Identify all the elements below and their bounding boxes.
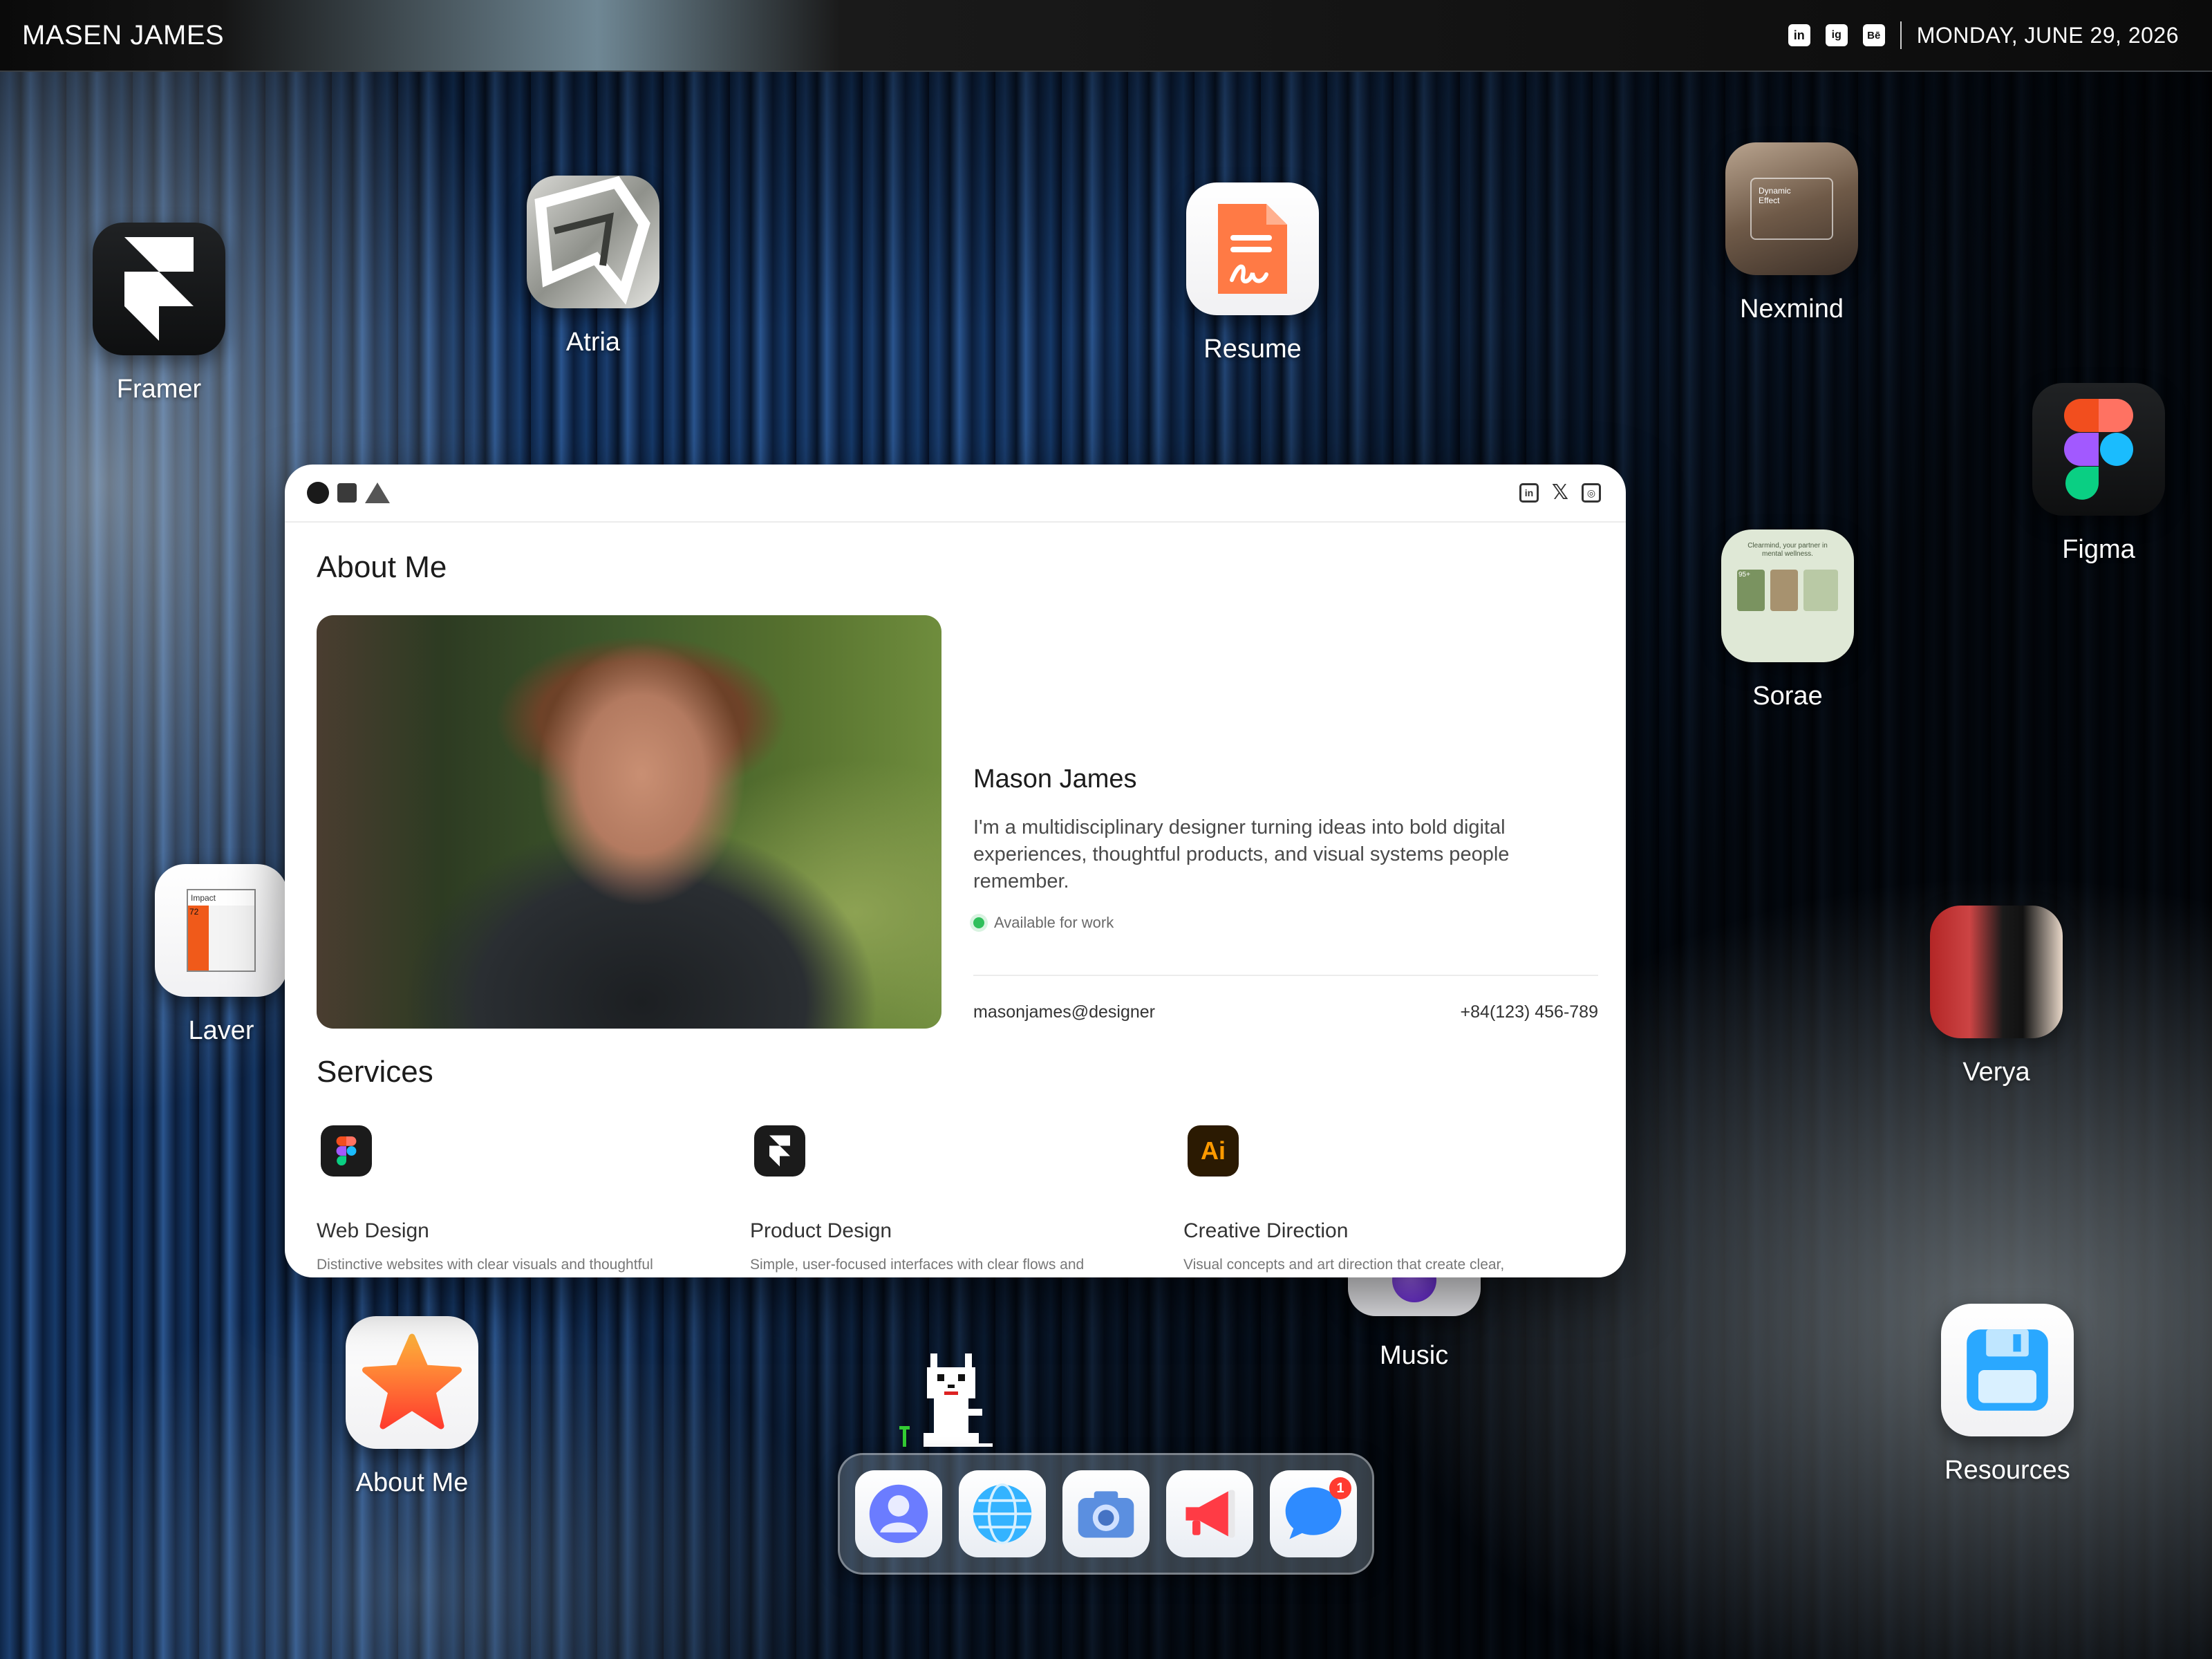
app-label: Sorae <box>1752 682 1823 711</box>
app-label: Atria <box>565 328 621 357</box>
x-icon[interactable]: 𝕏 <box>1550 482 1571 503</box>
topbar-divider <box>1900 21 1902 49</box>
profile-photo <box>317 615 941 1029</box>
sorae-tile-text: mental wellness. <box>1762 550 1813 558</box>
sorae-tile-text: 95+ <box>1737 570 1765 611</box>
close-circle-icon[interactable] <box>307 482 329 504</box>
app-label: Resume <box>1203 335 1302 364</box>
email-link[interactable]: masonjames@designer <box>973 1002 1155 1022</box>
site-brand[interactable]: MASEN JAMES <box>22 20 224 51</box>
app-label: Verya <box>1962 1058 2030 1087</box>
phone-link[interactable]: +84(123) 456-789 <box>1461 1002 1598 1022</box>
window-titlebar[interactable]: in 𝕏 ◎ <box>285 465 1626 523</box>
window-social-links: in 𝕏 ◎ <box>1519 482 1601 503</box>
megaphone-icon <box>1185 1490 1235 1538</box>
topbar-right: in ig Bē MONDAY, JUNE 29, 2026 <box>1788 21 2179 49</box>
nexmind-tile-text: Effect <box>1759 196 1780 205</box>
bio-text: I'm a multidisciplinary designer turning… <box>973 816 1510 892</box>
service-creative-direction[interactable]: Ai Creative Direction Visual concepts an… <box>1183 1125 1571 1277</box>
desktop-app-verya[interactable]: Verya <box>1906 906 2086 1087</box>
service-description: Visual concepts and art direction that c… <box>1183 1257 1505 1273</box>
desktop-app-about-me[interactable]: About Me <box>322 1316 502 1498</box>
instagram-icon[interactable]: ◎ <box>1582 483 1601 503</box>
figma-icon <box>321 1125 372 1177</box>
nexmind-tile-text: Dynamic <box>1759 186 1791 196</box>
star-icon[interactable] <box>346 1316 478 1449</box>
triangle-icon[interactable] <box>365 482 390 503</box>
sorae-tile-text: Clearmind, your partner in <box>1747 542 1828 550</box>
desktop-app-nexmind[interactable]: Dynamic Effect Nexmind <box>1702 142 1882 324</box>
sorae-thumbnail-icon[interactable]: Clearmind, your partner in mental wellne… <box>1721 529 1854 662</box>
window-controls <box>307 482 390 504</box>
current-date: MONDAY, JUNE 29, 2026 <box>1916 22 2179 48</box>
framer-icon[interactable] <box>93 223 225 355</box>
top-bar: MASEN JAMES in ig Bē MONDAY, JUNE 29, 20… <box>0 0 2212 72</box>
desktop-app-atria[interactable]: Atria <box>503 176 683 357</box>
square-icon[interactable] <box>337 483 357 503</box>
pixel-dog-mascot[interactable] <box>896 1347 1020 1457</box>
atria-thumbnail-icon[interactable] <box>527 176 659 308</box>
service-title: Creative Direction <box>1183 1219 1349 1242</box>
figma-icon[interactable] <box>2032 383 2165 516</box>
service-description: Simple, user-focused interfaces with cle… <box>750 1257 1085 1273</box>
linkedin-icon[interactable]: in <box>1788 24 1810 46</box>
notification-badge: 1 <box>1329 1477 1351 1499</box>
nexmind-thumbnail-icon[interactable]: Dynamic Effect <box>1725 142 1858 275</box>
dock-messages[interactable]: 1 <box>1270 1470 1357 1557</box>
floppy-disk-icon[interactable] <box>1941 1304 2074 1436</box>
about-me-window[interactable]: in 𝕏 ◎ About Me Mason James I'm a multid… <box>285 465 1626 1277</box>
app-label: Resources <box>1944 1456 2070 1485</box>
service-product-design[interactable]: Product Design Simple, user-focused inte… <box>750 1125 1137 1277</box>
service-web-design[interactable]: Web Design Distinctive websites with cle… <box>317 1125 704 1277</box>
instagram-icon[interactable]: ig <box>1825 24 1848 46</box>
dock-announcements[interactable] <box>1166 1470 1253 1557</box>
app-label: Laver <box>188 1016 254 1045</box>
status-dot-icon <box>973 917 984 928</box>
desktop-app-framer[interactable]: Framer <box>69 223 249 404</box>
service-title: Product Design <box>750 1219 892 1242</box>
framer-icon <box>754 1125 805 1177</box>
desktop-app-resources[interactable]: Resources <box>1918 1304 2097 1485</box>
illustrator-icon: Ai <box>1188 1125 1239 1177</box>
app-label: Nexmind <box>1740 294 1844 324</box>
desktop-app-sorae[interactable]: Clearmind, your partner in mental wellne… <box>1698 529 1877 711</box>
camera-icon <box>1078 1491 1134 1538</box>
desktop-app-laver[interactable]: Impact 72 Laver <box>131 864 311 1046</box>
app-label: Figma <box>2062 535 2135 564</box>
divider <box>973 975 1598 976</box>
resume-icon[interactable] <box>1186 182 1319 315</box>
service-description: Distinctive websites with clear visuals … <box>317 1257 653 1273</box>
app-label: About Me <box>355 1468 469 1497</box>
linkedin-icon[interactable]: in <box>1519 483 1539 503</box>
desktop-app-resume[interactable]: Resume <box>1163 182 1342 364</box>
app-label-music[interactable]: Music <box>1380 1341 1448 1371</box>
desktop-app-figma[interactable]: Figma <box>2009 383 2188 565</box>
availability-status: Available for work <box>973 914 1114 932</box>
laver-thumbnail-icon[interactable]: Impact 72 <box>155 864 288 997</box>
dock-contacts[interactable] <box>855 1470 942 1557</box>
verya-thumbnail-icon[interactable] <box>1930 906 2063 1038</box>
app-label: Framer <box>116 375 202 404</box>
user-icon <box>869 1484 928 1544</box>
services-title: Services <box>317 1055 433 1089</box>
dock-browser[interactable] <box>959 1470 1046 1557</box>
behance-icon[interactable]: Bē <box>1862 24 1885 46</box>
service-title: Web Design <box>317 1219 429 1242</box>
about-title: About Me <box>317 550 447 584</box>
dock-camera[interactable] <box>1062 1470 1150 1557</box>
availability-label: Available for work <box>994 914 1114 931</box>
person-name: Mason James <box>973 765 1137 794</box>
dock: 1 <box>838 1453 1374 1575</box>
laver-tile-text: Impact <box>191 893 216 903</box>
laver-tile-text: 72 <box>188 906 209 971</box>
globe-icon <box>973 1483 1032 1545</box>
